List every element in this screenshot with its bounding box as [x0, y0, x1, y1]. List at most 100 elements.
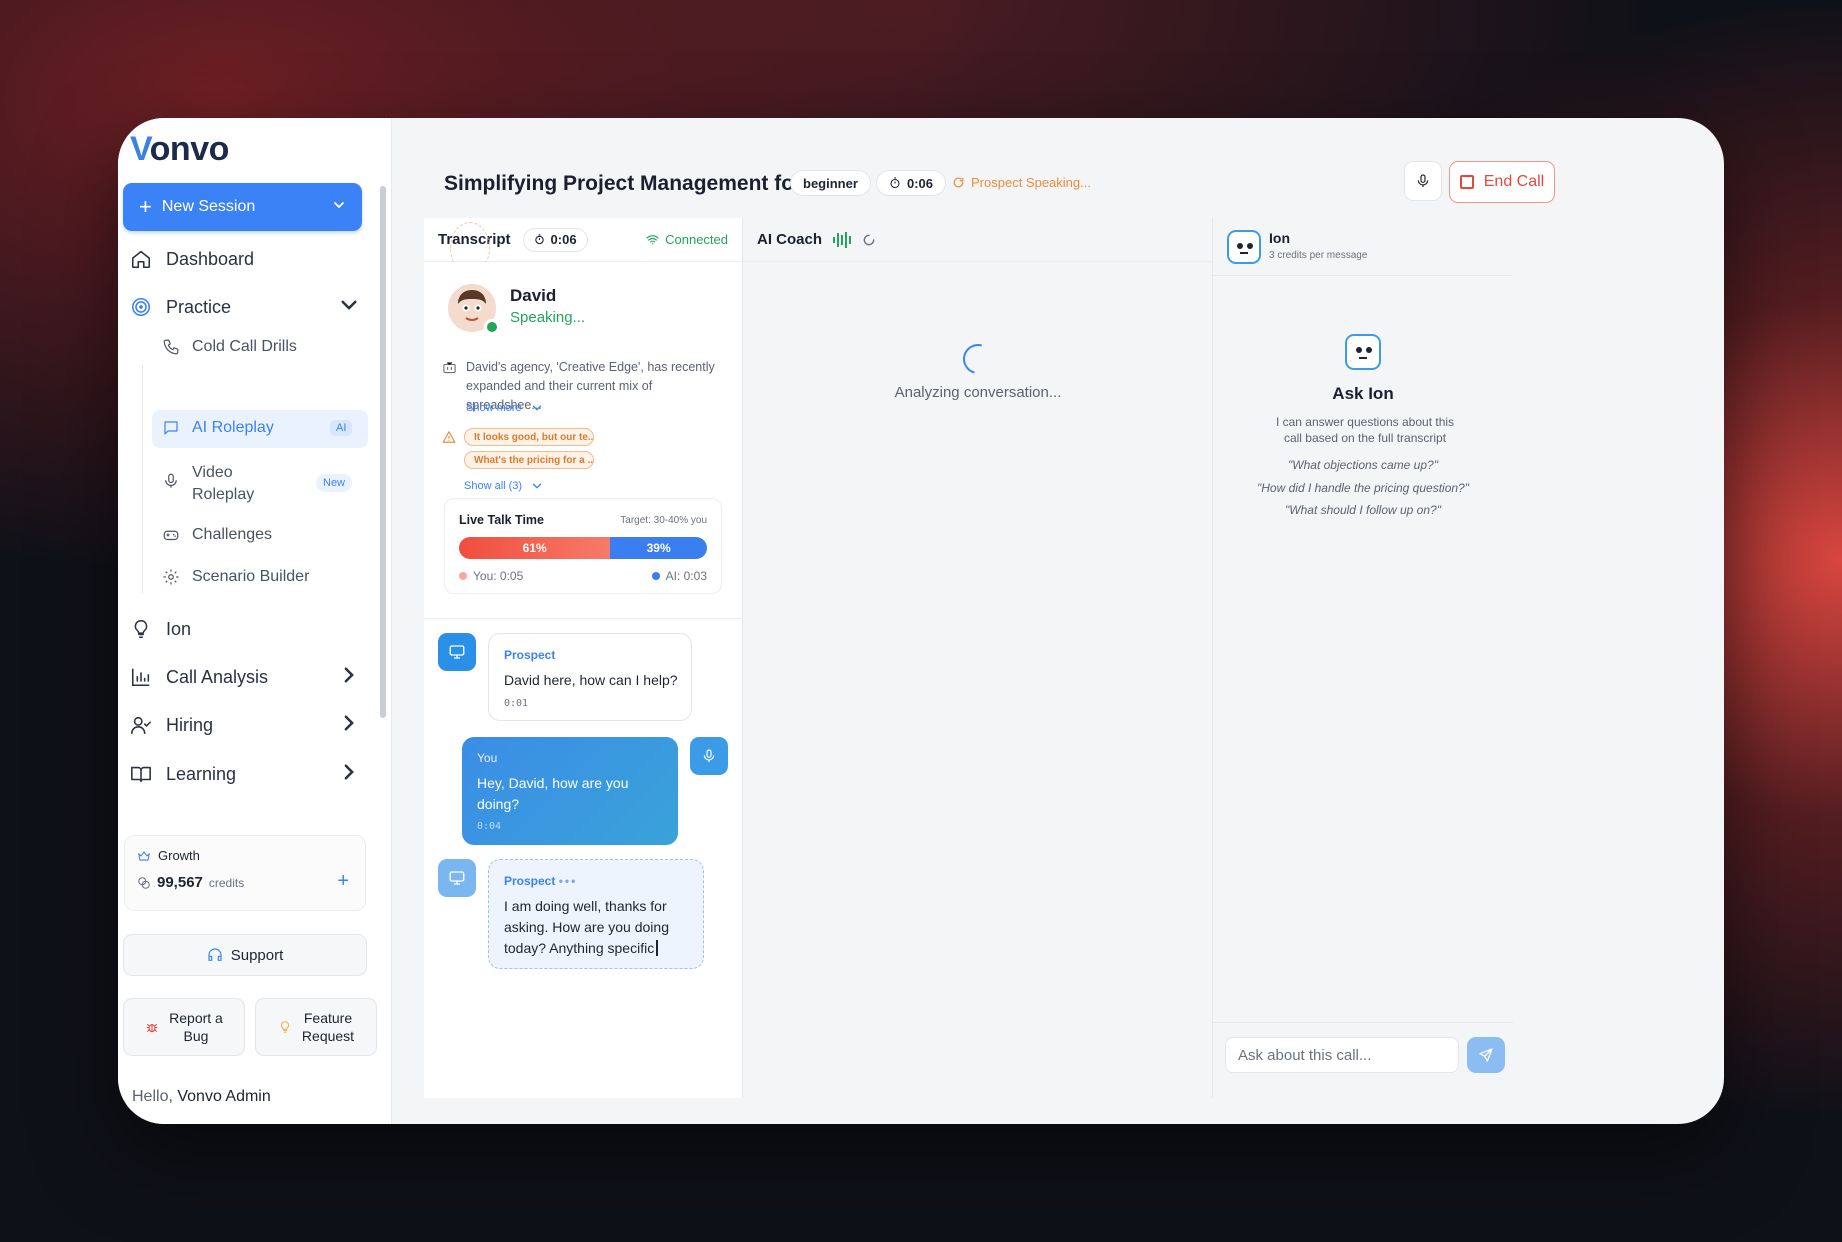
- message-time: 0:04: [477, 821, 502, 832]
- main-content: Simplifying Project Management for David…: [392, 118, 1724, 1124]
- stopwatch-icon: [890, 177, 900, 189]
- phone-icon: [163, 339, 179, 355]
- message-sender: Prospect •••: [504, 874, 578, 888]
- stop-icon: [1459, 175, 1474, 189]
- legend-dot: [459, 572, 467, 580]
- new-session-button[interactable]: + New Session: [123, 183, 362, 231]
- analyzing-status: Analyzing conversation...: [894, 384, 1062, 401]
- legend-dot: [651, 572, 660, 580]
- new-badge: New: [316, 474, 353, 492]
- microphone-icon: [703, 749, 715, 762]
- app-window: Vonvo + New Session Dashboard Practice C…: [118, 118, 1724, 1124]
- sidebar-item-label: Roleplay: [192, 486, 255, 503]
- end-call-button[interactable]: End Call: [1449, 161, 1555, 203]
- wifi-icon: [646, 235, 659, 245]
- connection-label: Connected: [665, 232, 728, 247]
- feature-request-button[interactable]: Feature Request: [255, 998, 377, 1056]
- prospect-status: Speaking...: [510, 309, 586, 326]
- prospect-avatar-icon: [438, 633, 476, 671]
- online-status-icon: [484, 319, 500, 335]
- send-icon: [1479, 1048, 1493, 1062]
- sidebar-item-dashboard[interactable]: Dashboard: [130, 248, 254, 270]
- gamepad-icon: [163, 530, 179, 541]
- stopwatch-icon: [534, 234, 544, 245]
- sidebar-item-scenario-builder[interactable]: Scenario Builder: [162, 568, 309, 586]
- sidebar-item-ai-roleplay[interactable]: AI Roleplay: [162, 419, 274, 437]
- talk-time-target: Target: 30-40% you: [620, 515, 707, 526]
- session-timer: 0:06: [876, 170, 947, 196]
- ask-input-bar: [1213, 1022, 1513, 1098]
- plan-name: Growth: [158, 848, 200, 863]
- sidebar-item-label: Hiring: [166, 714, 214, 735]
- mute-button[interactable]: [1404, 161, 1442, 201]
- level-badge: beginner: [790, 170, 871, 196]
- credits-label: credits: [208, 875, 245, 890]
- report-bug-button[interactable]: Report a Bug: [123, 998, 245, 1056]
- sidebar-item-practice[interactable]: Practice: [130, 296, 357, 318]
- user-name: Vonvo Admin: [177, 1088, 271, 1105]
- sidebar-item-learning[interactable]: Learning: [130, 763, 354, 785]
- robot-icon: [1227, 230, 1261, 264]
- ask-ion-input[interactable]: [1225, 1037, 1459, 1073]
- plus-icon: +: [139, 194, 152, 219]
- loading-spinner-icon: [957, 338, 999, 380]
- call-status: Prospect Speaking...: [952, 175, 1091, 190]
- feature-request-label: Request: [301, 1028, 355, 1044]
- transcript-header: Transcript 0:06 Connected: [424, 218, 742, 274]
- headphones-icon: [208, 948, 222, 961]
- sidebar-scrollbar[interactable]: [380, 186, 386, 718]
- prospect-avatar-icon: [438, 859, 476, 897]
- message-bubble: Prospect David here, how can I help? 0:0…: [488, 633, 692, 721]
- message-sender: You: [477, 751, 498, 765]
- send-button[interactable]: [1467, 1037, 1505, 1073]
- description-line: David's agency, 'Creative Edge', has rec…: [466, 360, 715, 374]
- sidebar-item-cold-call-drills[interactable]: Cold Call Drills: [162, 338, 297, 356]
- sidebar-item-label: Dashboard: [166, 248, 255, 269]
- sidebar-item-ion[interactable]: Ion: [130, 618, 191, 640]
- show-all-objections-link[interactable]: Show all (3): [464, 480, 543, 492]
- bar-chart-icon: [131, 668, 150, 687]
- suggested-question[interactable]: "How did I handle the pricing question?": [1213, 481, 1513, 495]
- practice-subnav-line: [142, 365, 143, 593]
- feature-request-label: Feature: [303, 1010, 353, 1026]
- sidebar-item-call-analysis[interactable]: Call Analysis: [130, 666, 354, 688]
- objection-chip[interactable]: What's the pricing for a ...: [464, 451, 594, 469]
- call-status-text: Prospect Speaking...: [971, 175, 1091, 190]
- sidebar-item-hiring[interactable]: Hiring: [130, 714, 354, 736]
- credits-count: 99,567: [157, 874, 203, 891]
- transcript-panel: Transcript 0:06 Connected David Speaking…: [424, 218, 742, 1098]
- message-bubble-streaming: Prospect ••• I am doing well, thanks for…: [488, 859, 704, 969]
- ai-badge: AI: [330, 420, 353, 436]
- prospect-card: David Speaking... David's agency, 'Creat…: [424, 262, 742, 618]
- report-bug-label: Bug: [183, 1028, 209, 1044]
- sidebar: Vonvo + New Session Dashboard Practice C…: [118, 118, 392, 1124]
- timer-value: 0:06: [550, 232, 577, 247]
- typing-dots-icon: •••: [558, 874, 578, 888]
- logo[interactable]: Vonvo: [130, 130, 229, 169]
- chat-icon: [164, 421, 178, 435]
- talk-legend-you: You: 0:05: [459, 569, 523, 583]
- support-button[interactable]: Support: [123, 934, 367, 976]
- suggested-question[interactable]: "What objections came up?": [1213, 458, 1513, 472]
- message-text: David here, how can I help?: [504, 672, 678, 688]
- support-label: Support: [230, 946, 284, 964]
- robot-icon: [1345, 334, 1381, 370]
- report-bug-label: Report a: [169, 1010, 223, 1026]
- microphone-icon: [1417, 174, 1429, 187]
- show-more-link[interactable]: Show more: [466, 402, 543, 414]
- timer-value: 0:06: [907, 175, 934, 191]
- target-icon: [131, 297, 151, 317]
- lightbulb-icon: [280, 1021, 289, 1033]
- talk-time-ai-segment: 39%: [610, 537, 707, 559]
- sidebar-item-video-roleplay[interactable]: Video Roleplay: [162, 462, 254, 506]
- audio-wave-icon: [833, 231, 852, 248]
- add-credits-button[interactable]: +: [337, 870, 349, 893]
- chevron-down-icon: [533, 483, 542, 489]
- warning-icon: [442, 430, 456, 449]
- sidebar-item-challenges[interactable]: Challenges: [162, 526, 272, 544]
- new-session-label: New Session: [161, 198, 256, 215]
- objection-chip[interactable]: It looks good, but our te...: [464, 428, 594, 446]
- user-greeting: Hello, Vonvo Admin: [132, 1088, 271, 1105]
- suggested-question[interactable]: "What should I follow up on?": [1213, 503, 1513, 517]
- briefcase-icon: [442, 360, 457, 380]
